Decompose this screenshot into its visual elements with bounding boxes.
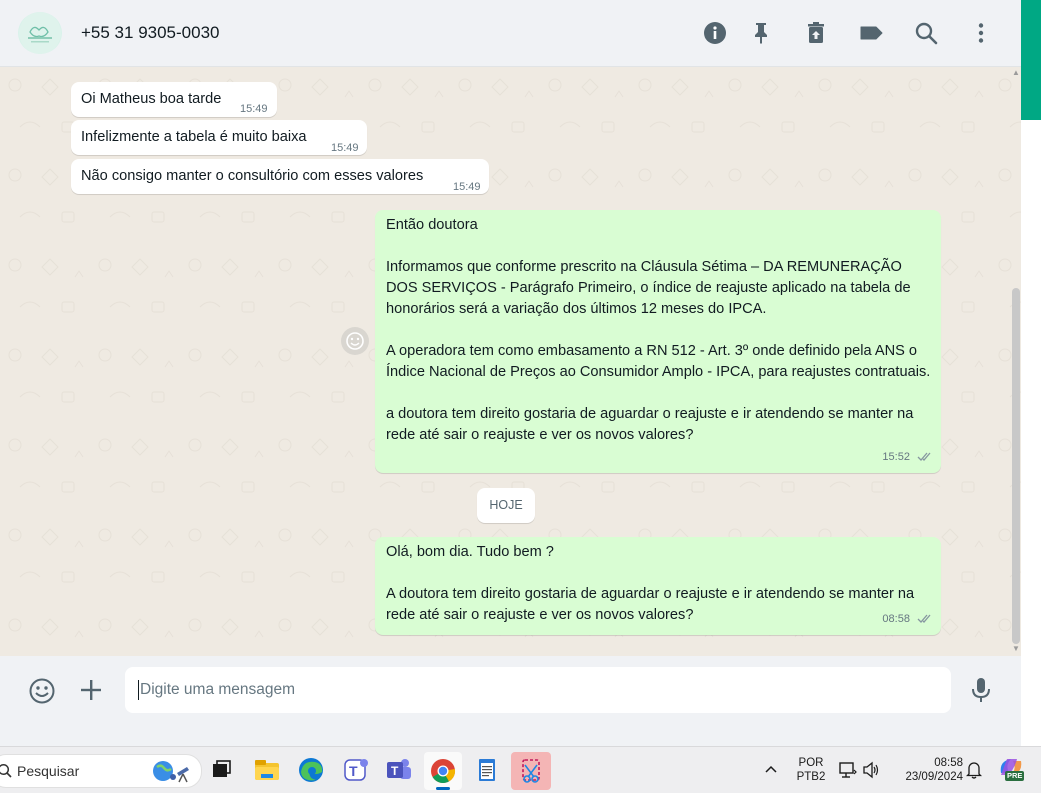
chrome-taskbar-slot[interactable] [424, 752, 462, 790]
network-icon[interactable] [838, 760, 858, 780]
tray-chevron-up-icon[interactable] [764, 763, 778, 775]
reaction-button[interactable] [341, 327, 369, 355]
active-app-indicator [436, 787, 450, 790]
message-time: 15:49 [240, 103, 268, 115]
search-icon[interactable] [913, 20, 939, 46]
chat-header: +55 31 9305-0030 [0, 0, 1021, 67]
file-explorer-icon[interactable] [251, 754, 283, 786]
window-edge [1021, 120, 1041, 746]
kebab-menu-icon[interactable] [968, 20, 994, 46]
window-accent-strip [1021, 0, 1041, 120]
microphone-icon[interactable] [969, 676, 993, 704]
message-text: Então doutora Informamos que conforme pr… [386, 217, 931, 443]
preview-badge: PRE [1005, 771, 1025, 781]
search-icon [0, 763, 12, 778]
volume-icon[interactable] [862, 760, 880, 780]
windows-taskbar: Pesquisar T T POR PTB2 08:58 23/09/2024 … [0, 746, 1041, 793]
scrollbar-thumb[interactable] [1012, 288, 1020, 644]
label-icon[interactable] [858, 20, 884, 46]
message-time: 08:58 [882, 613, 910, 625]
task-view-icon[interactable] [205, 754, 237, 786]
snipping-tool-icon [522, 759, 540, 783]
clock-time: 08:58 [934, 757, 963, 769]
message-time: 15:49 [453, 181, 481, 193]
scroll-up-arrow[interactable]: ▲ [1012, 69, 1020, 77]
scroll-down-arrow[interactable]: ▼ [1012, 645, 1020, 653]
message-bubble-incoming[interactable]: Oi Matheus boa tarde 15:49 [71, 82, 277, 117]
clock-date: 23/09/2024 [905, 771, 963, 783]
pin-icon[interactable] [748, 20, 774, 46]
message-text: Olá, bom dia. Tudo bem ? A doutora tem d… [386, 544, 915, 623]
taskbar-search[interactable]: Pesquisar [0, 754, 202, 788]
message-text: Não consigo manter o consultório com ess… [81, 168, 424, 184]
message-meta: 08:58 [882, 608, 933, 630]
text-caret [138, 680, 139, 700]
copilot-button[interactable]: PRE [997, 755, 1025, 785]
edge-browser-icon[interactable] [295, 754, 327, 786]
message-bubble-incoming[interactable]: Não consigo manter o consultório com ess… [71, 159, 489, 194]
snipping-tool-slot[interactable] [511, 752, 551, 790]
date-separator: HOJE [477, 488, 535, 523]
message-bubble-outgoing[interactable]: Olá, bom dia. Tudo bem ? A doutora tem d… [375, 537, 941, 635]
message-input[interactable] [140, 667, 930, 713]
message-input-box[interactable] [125, 667, 951, 713]
teams-chat-icon[interactable]: T [340, 754, 372, 786]
avatar[interactable] [18, 12, 62, 54]
emoji-icon[interactable] [28, 677, 56, 705]
message-bubble-incoming[interactable]: Infelizmente a tabela é muito baixa 15:4… [71, 120, 367, 155]
message-meta: 15:52 [882, 446, 933, 468]
plus-icon[interactable] [79, 678, 103, 702]
language-indicator[interactable]: POR PTB2 [795, 756, 827, 784]
clock[interactable]: 08:58 23/09/2024 [893, 756, 963, 784]
search-label: Pesquisar [17, 763, 80, 779]
message-text: Oi Matheus boa tarde [81, 91, 222, 107]
message-list[interactable]: Oi Matheus boa tarde 15:49 Infelizmente … [0, 67, 1021, 656]
language-code: POR [798, 757, 824, 769]
trash-icon[interactable] [803, 20, 829, 46]
contact-name[interactable]: +55 31 9305-0030 [81, 23, 220, 43]
telescope-icon [177, 767, 189, 783]
smiley-icon [346, 332, 364, 350]
svg-text:T: T [349, 763, 358, 779]
teams-work-icon[interactable]: T [383, 754, 415, 786]
message-text: Infelizmente a tabela é muito baixa [81, 129, 307, 145]
message-time: 15:49 [331, 142, 359, 154]
keyboard-layout: PTB2 [796, 771, 826, 783]
svg-text:T: T [391, 764, 399, 778]
double-check-icon [917, 452, 931, 461]
whatsapp-window: +55 31 9305-0030 Oi Matheus boa tarde 15… [0, 0, 1021, 724]
notepad-icon[interactable] [471, 754, 503, 786]
message-time: 15:52 [882, 451, 910, 463]
double-check-icon [917, 614, 931, 623]
info-icon[interactable] [702, 20, 728, 46]
message-bubble-outgoing[interactable]: Então doutora Informamos que conforme pr… [375, 210, 941, 473]
chrome-icon [431, 759, 456, 784]
notification-bell-icon[interactable] [966, 760, 982, 780]
message-composer [0, 656, 1021, 724]
